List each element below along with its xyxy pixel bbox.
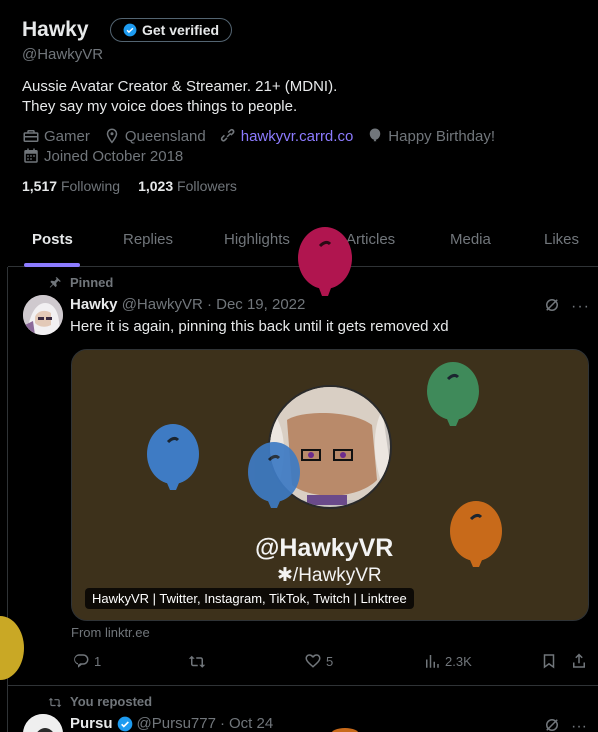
card-subtitle: ✱/HawkyVR (277, 565, 382, 586)
category-label: Gamer (44, 127, 90, 145)
get-verified-label: Get verified (142, 22, 220, 38)
follow-stats: 1,517 Following 1,023 Followers (22, 178, 237, 194)
tab-media[interactable]: Media (450, 231, 491, 248)
reply-icon (74, 654, 89, 668)
briefcase-icon (23, 130, 39, 142)
followers-count: 1,023 (138, 178, 174, 194)
website-item[interactable]: hawkyvr.carrd.co (219, 127, 354, 145)
author-handle[interactable]: @Pursu777 (137, 715, 216, 732)
location-item: Queensland (103, 127, 206, 145)
author-handle[interactable]: @HawkyVR (122, 296, 203, 313)
joined-item: Joined October 2018 (22, 147, 183, 165)
view-count: 2.3K (445, 653, 472, 669)
profile-bio: Aussie Avatar Creator & Streamer. 21+ (M… (22, 77, 337, 117)
profile-name: Hawky (22, 18, 89, 41)
tab-highlights[interactable]: Highlights (224, 231, 290, 248)
category-item: Gamer (22, 127, 90, 145)
birthday-balloon-magenta (298, 227, 352, 296)
card-title: @HawkyVR (255, 534, 394, 562)
grok-icon[interactable] (543, 296, 561, 314)
pin-icon (49, 276, 61, 288)
following-count: 1,517 (22, 178, 58, 194)
repost-indicator: You reposted (48, 694, 152, 709)
bio-line: Aussie Avatar Creator & Streamer. 21+ (M… (22, 78, 338, 95)
more-options-icon[interactable]: ··· (571, 718, 587, 732)
post-date[interactable]: Oct 24 (229, 715, 273, 732)
following-label: Following (60, 178, 121, 194)
birthday-item: Happy Birthday! (366, 127, 495, 145)
post-header: Hawky @HawkyVR · Dec 19, 2022 (70, 296, 305, 313)
analytics-icon (426, 655, 439, 668)
reply-count: 1 (94, 653, 102, 669)
post-date[interactable]: Dec 19, 2022 (216, 296, 305, 313)
joined-row: Joined October 2018 (22, 147, 196, 165)
followers-label: Followers (177, 178, 237, 194)
grok-icon[interactable] (543, 716, 561, 732)
post-divider (8, 685, 598, 686)
tab-replies[interactable]: Replies (123, 231, 173, 248)
bookmark-icon (543, 654, 555, 669)
link-source[interactable]: From linktr.ee (71, 625, 150, 640)
get-verified-button[interactable]: Get verified (110, 18, 233, 42)
tab-likes[interactable]: Likes (544, 231, 579, 248)
bio-line: They say my voice does things to people. (22, 98, 298, 115)
repost-label: You reposted (70, 694, 153, 709)
tab-posts[interactable]: Posts (32, 231, 73, 248)
active-tab-indicator (24, 263, 80, 267)
reply-button[interactable]: 1 (72, 652, 101, 670)
link-preview-card[interactable]: @HawkyVR ✱/HawkyVR HawkyVR | Twitter, In… (71, 349, 589, 621)
bookmark-button[interactable] (540, 652, 558, 670)
pinned-indicator: Pinned (48, 275, 113, 290)
verified-badge-icon (117, 716, 132, 731)
repost-button[interactable] (188, 652, 210, 670)
verified-badge-icon (123, 23, 137, 37)
post-header: Pursu @Pursu777 · Oct 24 (70, 715, 273, 732)
author-name[interactable]: Hawky (70, 296, 118, 313)
separator-dot: · (206, 296, 212, 313)
birthday-balloon-yellow (0, 616, 24, 680)
birthday-balloon-orange-edge (331, 728, 359, 732)
profile-handle: @HawkyVR (22, 46, 104, 63)
like-button[interactable]: 5 (304, 652, 333, 670)
author-avatar[interactable] (23, 295, 63, 335)
post-text: Here it is again, pinning this back unti… (70, 318, 449, 335)
calendar-icon (24, 148, 38, 163)
avatar-image (23, 295, 63, 335)
views-button[interactable]: 2.3K (423, 652, 472, 670)
like-count: 5 (326, 653, 334, 669)
website-link[interactable]: hawkyvr.carrd.co (241, 128, 354, 145)
author-avatar[interactable] (23, 714, 63, 732)
location-pin-icon (106, 128, 118, 144)
share-button[interactable] (570, 652, 588, 670)
author-name[interactable]: Pursu (70, 715, 113, 732)
repost-icon (48, 697, 62, 707)
following-stat[interactable]: 1,517 Following (22, 178, 120, 194)
birthday-label: Happy Birthday! (388, 127, 496, 145)
heart-icon (305, 654, 321, 668)
repost-icon (188, 655, 206, 668)
profile-meta-row: Gamer Queensland hawkyvr.carrd.co Happy … (22, 127, 508, 145)
balloon-icon (370, 128, 381, 142)
joined-label: Joined October 2018 (44, 147, 184, 165)
followers-stat[interactable]: 1,023 Followers (138, 178, 237, 194)
location-label: Queensland (124, 127, 206, 145)
share-icon (573, 653, 585, 668)
pinned-label: Pinned (70, 275, 114, 290)
post-actions: 1 5 2.3K (70, 652, 590, 674)
separator-dot: · (219, 715, 225, 732)
link-icon (220, 128, 235, 142)
card-caption: HawkyVR | Twitter, Instagram, TikTok, Tw… (85, 588, 414, 609)
more-options-icon[interactable]: ··· (571, 298, 590, 316)
avatar-image (23, 714, 63, 732)
